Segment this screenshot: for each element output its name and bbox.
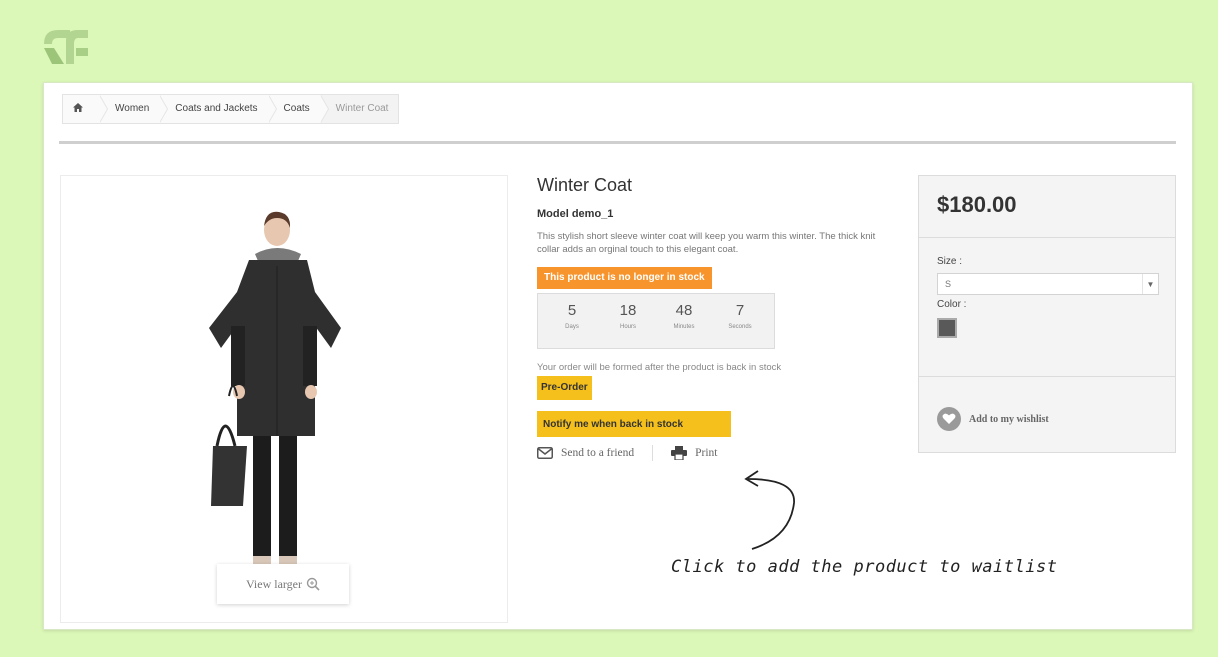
breadcrumb-home[interactable] [63,95,108,123]
product-model: Model demo_1 [537,208,614,220]
out-of-stock-badge: This product is no longer in stock [537,267,712,289]
purchase-box: $180.00 Size : S ▼ Color : Add to my wis… [918,175,1176,453]
add-to-wishlist-link[interactable]: Add to my wishlist [919,377,1175,431]
print-label: Print [695,447,718,459]
send-to-friend-label: Send to a friend [561,447,635,459]
color-label: Color : [937,299,967,310]
printer-icon [671,446,688,460]
breadcrumb-current: Winter Coat [319,95,399,123]
chevron-down-icon: ▼ [1142,274,1158,294]
countdown-hours-label: Hours [619,324,636,330]
back-in-stock-note: Your order will be formed after the prod… [537,362,782,373]
countdown-minutes-label: Minutes [673,324,695,330]
annotation-caption: Click to add the product to waitlist [671,557,1058,577]
countdown-hours-value: 18 [619,302,637,319]
product-price: $180.00 [919,176,1175,238]
countdown-days-label: Days [565,324,579,330]
preorder-button[interactable]: Pre-Order [537,376,592,400]
home-icon [73,103,83,112]
print-link[interactable]: Print [671,446,718,460]
product-description: This stylish short sleeve winter coat wi… [537,231,876,255]
countdown-seconds-value: 7 [735,302,745,319]
breadcrumb-item-women[interactable]: Women [99,95,169,123]
annotation-arrow [744,470,795,550]
send-to-friend-link[interactable]: Send to a friend [537,447,634,459]
breadcrumb-item-coats-and-jackets[interactable]: Coats and Jackets [159,95,277,123]
countdown-minutes-value: 48 [675,302,693,319]
view-larger-button[interactable]: View larger [217,564,349,604]
heart-icon [937,407,961,431]
countdown-days-value: 5 [567,302,577,319]
product-options: Size : S ▼ Color : [919,238,1175,377]
view-larger-label: View larger [245,576,303,591]
product-image-box[interactable]: View larger [60,175,508,623]
size-label: Size : [937,256,963,267]
product-links: Send to a friend Print [537,445,907,461]
countdown-days: 5 Days [547,302,597,348]
divider [59,141,1176,144]
breadcrumb: Women Coats and Jackets Coats Winter Coa… [62,94,400,124]
countdown-seconds: 7 Seconds [715,302,765,348]
product-card: Women Coats and Jackets Coats Winter Coa… [43,82,1193,630]
countdown-seconds-label: Seconds [728,324,752,330]
color-swatch[interactable] [937,318,957,338]
countdown-timer: 5 Days 18 Hours 48 Minutes 7 Seconds [537,293,775,349]
product-photo[interactable] [191,206,351,586]
countdown-hours: 18 Hours [603,302,653,348]
zoom-icon [306,577,320,591]
size-select[interactable]: S ▼ [937,273,1159,295]
size-select-value: S [945,279,952,289]
link-separator [652,445,654,461]
wishlist-label: Add to my wishlist [969,413,1049,425]
envelope-icon [537,447,553,459]
notify-back-in-stock-button[interactable]: Notify me when back in stock [537,411,731,437]
product-info: Winter Coat Model demo_1 This stylish sh… [537,175,907,461]
countdown-minutes: 48 Minutes [659,302,709,348]
product-title: Winter Coat [537,175,633,195]
brand-logo-icon [44,30,88,64]
